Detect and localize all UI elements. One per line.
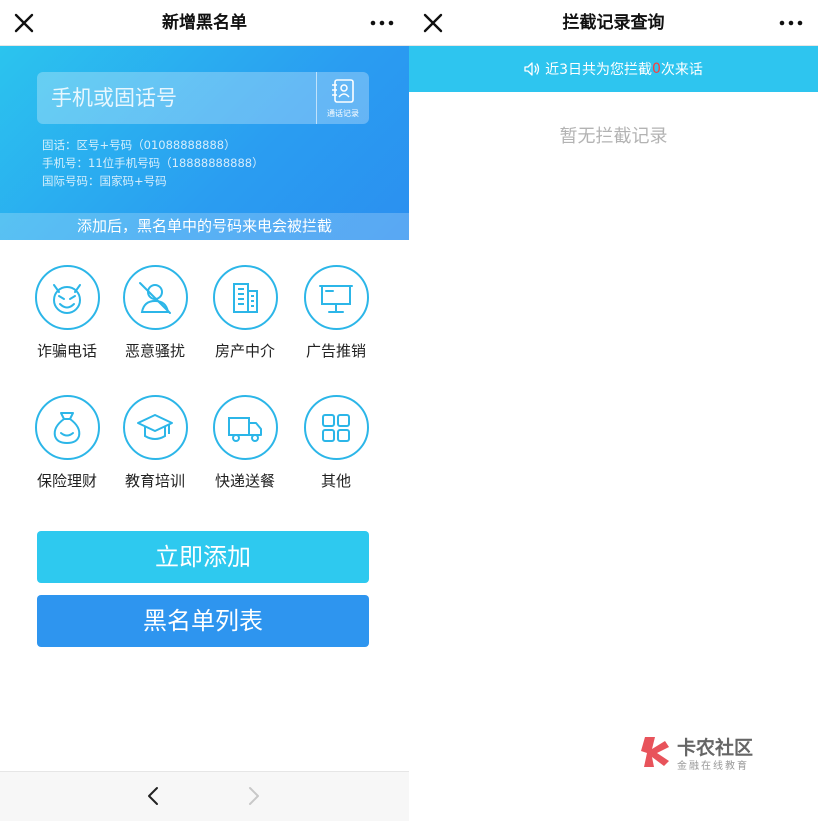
category-label: 其他 [320, 472, 351, 490]
watermark-logo-icon [641, 737, 669, 767]
close-icon[interactable] [10, 9, 38, 37]
intercept-records-panel: 拦截记录查询 近3日共为您拦截 0 次来话 暂无拦截记录 卡农社区 金融在线教育 [409, 0, 818, 821]
empty-state-text: 暂无拦截记录 [559, 126, 668, 147]
phone-input[interactable]: 手机或固话号 [51, 72, 177, 124]
grid-icon [322, 413, 350, 442]
category-delivery[interactable]: 快递送餐 [200, 395, 290, 491]
category-label: 房产中介 [214, 342, 275, 360]
hero-section: 手机或固话号 通话记录 固话：区号+号码（01088888888） 手机号：11… [0, 46, 409, 240]
category-label: 诈骗电话 [36, 342, 97, 360]
watermark-subtitle: 金融在线教育 [677, 761, 749, 772]
billboard-icon [319, 284, 353, 313]
category-other[interactable]: 其他 [291, 395, 381, 491]
add-now-button[interactable]: 立即添加 [37, 531, 369, 583]
money-bag-icon [53, 411, 81, 444]
nav-bar: 拦截记录查询 [409, 0, 818, 46]
close-icon[interactable] [419, 9, 447, 37]
intercept-summary-banner: 近3日共为您拦截 0 次来话 [409, 46, 818, 92]
watermark-title: 卡农社区 [677, 737, 754, 759]
category-real-estate[interactable]: 房产中介 [200, 265, 290, 361]
hint-international: 国际号码：国家码+号码 [42, 174, 167, 188]
nav-bar: 新增黑名单 [0, 0, 409, 46]
back-arrow-icon[interactable] [143, 785, 165, 811]
delivery-truck-icon [228, 416, 262, 442]
blacklist-add-panel: 新增黑名单 手机或固话号 通话记录 固话：区号+号码（01088888888） … [0, 0, 409, 821]
category-label: 快递送餐 [214, 472, 275, 490]
category-label: 恶意骚扰 [124, 342, 185, 360]
more-icon[interactable] [778, 14, 804, 32]
hint-landline: 固话：区号+号码（01088888888） [42, 138, 236, 152]
category-ads[interactable]: 广告推销 [291, 265, 381, 361]
category-label: 保险理财 [36, 472, 97, 490]
graduation-cap-icon [137, 413, 173, 440]
block-notice: 添加后，黑名单中的号码来电会被拦截 [0, 213, 409, 240]
intercept-count: 0 [652, 61, 661, 77]
category-harassment[interactable]: 恶意骚扰 [110, 265, 200, 361]
browser-toolbar [0, 771, 409, 821]
phone-input-box: 手机或固话号 通话记录 [37, 72, 369, 124]
format-hints: 固话：区号+号码（01088888888） 手机号：11位手机号码（188888… [42, 136, 264, 190]
category-insurance[interactable]: 保险理财 [22, 395, 112, 491]
building-icon [233, 282, 258, 313]
category-fraud[interactable]: 诈骗电话 [22, 265, 112, 361]
watermark: 卡农社区 金融在线教育 [639, 733, 799, 773]
more-icon[interactable] [369, 14, 395, 32]
speaker-icon [524, 62, 540, 76]
call-log-button[interactable]: 通话记录 [317, 72, 369, 124]
harassment-icon [139, 281, 171, 314]
category-label: 广告推销 [305, 342, 366, 360]
devil-icon [53, 283, 81, 314]
forward-arrow-icon [242, 785, 264, 811]
banner-prefix: 近3日共为您拦截 [545, 62, 652, 78]
category-education[interactable]: 教育培训 [110, 395, 200, 491]
contact-card-icon [332, 79, 354, 103]
banner-suffix: 次来话 [660, 62, 703, 78]
blacklist-list-button[interactable]: 黑名单列表 [37, 595, 369, 647]
page-title: 拦截记录查询 [562, 13, 665, 33]
hint-mobile: 手机号：11位手机号码（18888888888） [42, 156, 264, 170]
page-title: 新增黑名单 [162, 13, 247, 33]
call-log-label: 通话记录 [327, 109, 359, 118]
category-label: 教育培训 [124, 472, 185, 490]
